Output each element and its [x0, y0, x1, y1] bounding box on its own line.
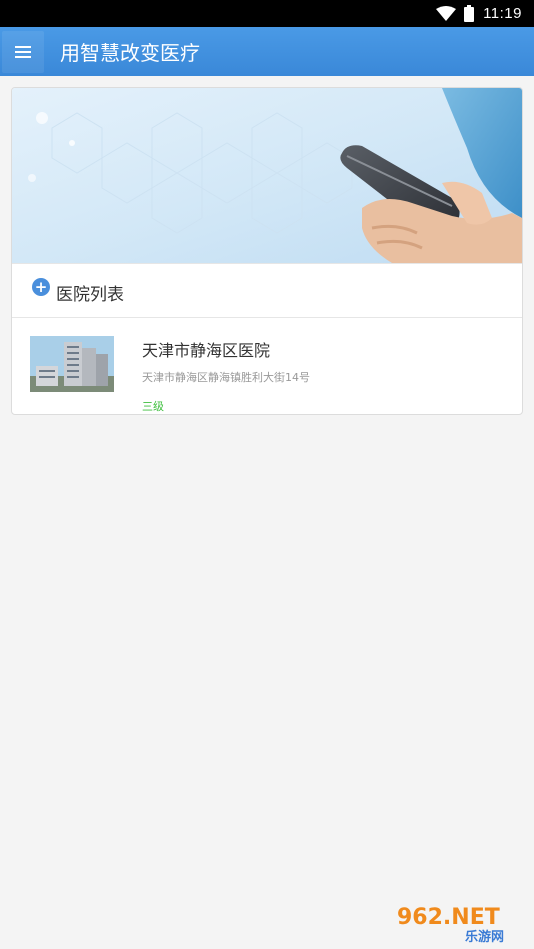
hospital-card: + 医院列表 天津市静海区医院 天津市静海区静海镇胜利大街14号 三级 — [11, 87, 523, 415]
status-bar: 11:19 — [0, 0, 534, 27]
menu-button[interactable] — [2, 30, 44, 73]
hospital-level: 三级 — [142, 400, 164, 413]
watermark-logo: 962.NET 乐游网 — [397, 905, 504, 944]
hospital-name: 天津市静海区医院 — [142, 341, 271, 360]
wifi-icon — [436, 5, 457, 21]
menu-icon — [15, 45, 31, 58]
section-header: + 医院列表 — [12, 263, 522, 318]
app-title: 用智慧改变医疗 — [60, 41, 200, 65]
section-title: 医院列表 — [56, 285, 124, 305]
app-bar: 用智慧改变医疗 — [0, 27, 534, 76]
hospital-info: 天津市静海区医院 天津市静海区静海镇胜利大街14号 三级 — [142, 337, 310, 414]
watermark-brand: 962.NET — [397, 905, 500, 930]
banner-image — [12, 88, 522, 263]
list-item[interactable]: 天津市静海区医院 天津市静海区静海镇胜利大街14号 三级 — [12, 318, 522, 414]
battery-icon — [464, 5, 475, 22]
status-time: 11:19 — [483, 5, 522, 22]
plus-circle-icon: + — [32, 277, 50, 296]
hospital-photo — [30, 336, 114, 392]
watermark-sub: 乐游网 — [465, 929, 504, 944]
hospital-address: 天津市静海区静海镇胜利大街14号 — [142, 371, 310, 384]
